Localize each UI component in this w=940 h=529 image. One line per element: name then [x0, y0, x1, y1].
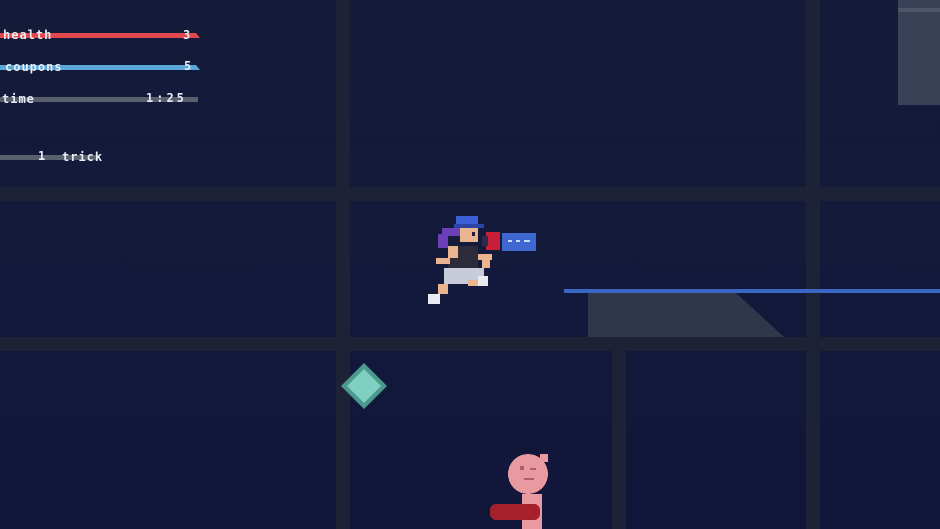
crossbeam-lower	[0, 337, 940, 351]
time-label: time	[2, 92, 35, 106]
platform-ramp	[588, 293, 784, 337]
player-character	[428, 216, 536, 304]
health-label: health	[3, 28, 53, 42]
crossbeam-upper	[0, 187, 940, 201]
pillar-left	[336, 0, 350, 529]
pink-creature-enemy	[490, 454, 548, 529]
coupons-value: 5	[184, 59, 193, 73]
game-scene: health 3 coupons 5 time 1:25 1 trick	[0, 0, 940, 529]
pillar-right	[806, 0, 820, 529]
trick-label: trick	[62, 150, 104, 164]
diamond-gem-icon[interactable]	[340, 362, 388, 410]
coupons-label: coupons	[5, 60, 63, 74]
trick-count: 1	[38, 149, 47, 163]
time-value: 1:25	[146, 91, 187, 105]
wall-block-ledge	[898, 8, 940, 12]
pillar-lower	[612, 344, 626, 529]
health-value: 3	[183, 28, 192, 42]
wall-block	[898, 0, 940, 105]
